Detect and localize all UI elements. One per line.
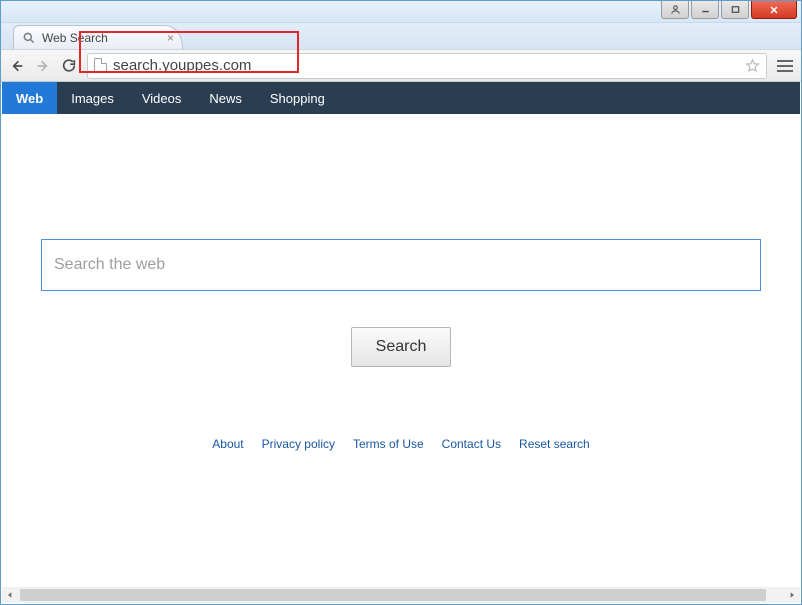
page-nav-item-images[interactable]: Images bbox=[57, 82, 128, 114]
footer-link-terms-of-use[interactable]: Terms of Use bbox=[353, 437, 424, 451]
hamburger-icon bbox=[777, 60, 793, 62]
magnifier-icon bbox=[22, 31, 36, 45]
footer-link-privacy-policy[interactable]: Privacy policy bbox=[262, 437, 335, 451]
search-button[interactable]: Search bbox=[351, 327, 452, 367]
footer-links: About Privacy policy Terms of Use Contact U… bbox=[10, 437, 792, 451]
bookmark-button[interactable] bbox=[745, 58, 760, 73]
minimize-icon bbox=[700, 4, 711, 15]
browser-tab[interactable]: Web Search × bbox=[13, 25, 183, 49]
page-nav-item-news[interactable]: News bbox=[195, 82, 256, 114]
horizontal-scrollbar[interactable] bbox=[2, 587, 800, 603]
reload-icon bbox=[61, 57, 77, 74]
page-icon bbox=[94, 58, 107, 73]
maximize-icon bbox=[730, 4, 741, 15]
chevron-right-icon bbox=[788, 591, 796, 599]
page-nav-item-shopping[interactable]: Shopping bbox=[256, 82, 339, 114]
footer-link-contact-us[interactable]: Contact Us bbox=[442, 437, 501, 451]
footer-link-reset-search[interactable]: Reset search bbox=[519, 437, 590, 451]
close-icon bbox=[768, 4, 780, 16]
arrow-right-icon bbox=[35, 57, 51, 75]
scrollbar-thumb[interactable] bbox=[20, 589, 766, 601]
address-bar-url: search.youppes.com bbox=[113, 57, 739, 74]
page-nav-item-videos[interactable]: Videos bbox=[128, 82, 196, 114]
browser-tabstrip: Web Search × bbox=[1, 23, 801, 49]
browser-menu-button[interactable] bbox=[777, 60, 793, 72]
window-titlebar bbox=[1, 1, 801, 23]
scrollbar-track[interactable] bbox=[18, 587, 784, 603]
scroll-left-button[interactable] bbox=[2, 587, 18, 603]
page-viewport: WebImagesVideosNewsShopping Search About… bbox=[2, 82, 800, 587]
reload-button[interactable] bbox=[61, 58, 77, 74]
address-bar[interactable]: search.youppes.com bbox=[87, 53, 767, 79]
scroll-right-button[interactable] bbox=[784, 587, 800, 603]
arrow-left-icon bbox=[9, 57, 25, 75]
page-nav-item-web[interactable]: Web bbox=[2, 82, 57, 114]
star-icon bbox=[745, 58, 760, 73]
browser-toolbar: search.youppes.com bbox=[1, 49, 801, 82]
window-user-button[interactable] bbox=[661, 1, 689, 19]
window-minimize-button[interactable] bbox=[691, 1, 719, 19]
user-icon bbox=[670, 4, 681, 15]
window-close-button[interactable] bbox=[751, 1, 797, 19]
browser-tab-title: Web Search bbox=[42, 31, 161, 45]
back-button[interactable] bbox=[9, 58, 25, 74]
forward-button[interactable] bbox=[35, 58, 51, 74]
footer-link-about[interactable]: About bbox=[212, 437, 243, 451]
page-nav: WebImagesVideosNewsShopping bbox=[2, 82, 800, 114]
chevron-left-icon bbox=[6, 591, 14, 599]
tab-close-button[interactable]: × bbox=[167, 31, 174, 45]
search-input[interactable] bbox=[41, 239, 761, 291]
window-maximize-button[interactable] bbox=[721, 1, 749, 19]
